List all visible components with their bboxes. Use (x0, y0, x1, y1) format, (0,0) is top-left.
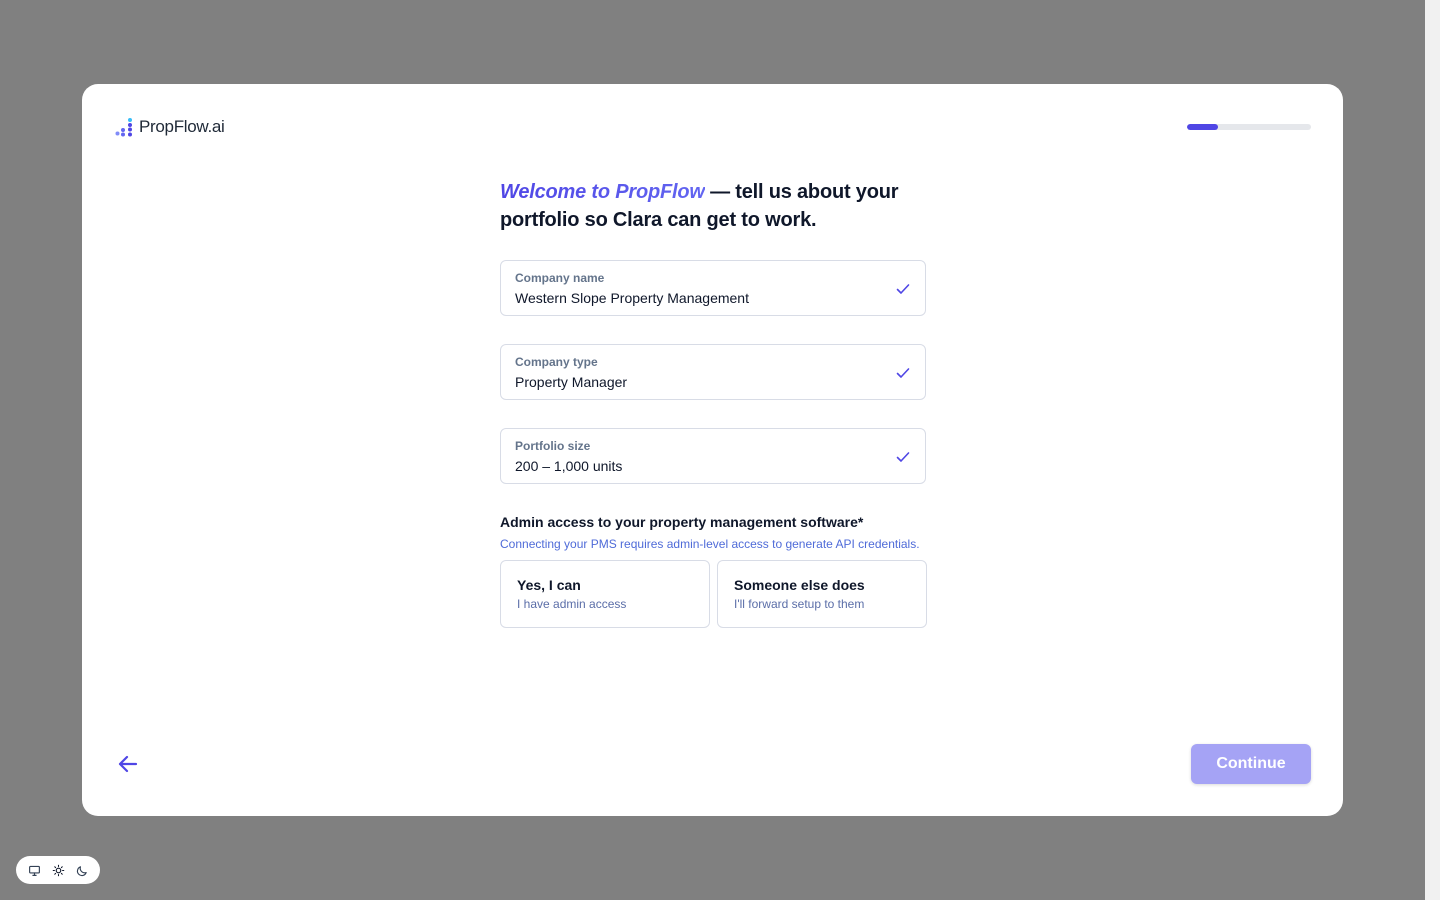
logo-mark-icon (115, 118, 132, 137)
onboarding-modal: PropFlow.ai Welcome to PropFlow — tell u… (82, 84, 1343, 816)
option-title: Yes, I can (517, 577, 581, 593)
title-accent: Welcome to PropFlow (500, 181, 705, 203)
monitor-icon (28, 865, 40, 876)
option-yes-i-can[interactable]: Yes, I can I have admin access (500, 560, 710, 628)
arrow-left-icon[interactable] (116, 752, 140, 776)
onboarding-progress-bar (1187, 124, 1311, 130)
option-subtitle: I have admin access (517, 597, 627, 611)
admin-access-question: Admin access to your property management… (500, 514, 864, 530)
progress-bar-fill (1187, 124, 1218, 130)
continue-button[interactable]: Continue (1191, 744, 1311, 784)
portfolio-size-value[interactable]: 200 – 1,000 units (515, 456, 911, 476)
company-type-field[interactable]: Company type Property Manager (500, 344, 926, 400)
option-someone-else[interactable]: Someone else does I'll forward setup to … (717, 560, 927, 628)
check-icon (896, 368, 910, 378)
admin-access-help: Connecting your PMS requires admin-level… (500, 537, 920, 551)
portfolio-size-field[interactable]: Portfolio size 200 – 1,000 units (500, 428, 926, 484)
sun-icon (52, 864, 64, 876)
theme-switcher (16, 856, 100, 884)
company-name-value[interactable]: Western Slope Property Management (515, 288, 911, 308)
page-scrollbar[interactable] (1425, 0, 1440, 900)
theme-light-button[interactable] (49, 861, 67, 879)
option-title: Someone else does (734, 577, 865, 593)
theme-system-button[interactable] (25, 861, 43, 879)
moon-icon (76, 865, 87, 876)
check-icon (896, 452, 910, 462)
brand-name: PropFlow.ai (139, 117, 225, 136)
company-name-field[interactable]: Company name Western Slope Property Mana… (500, 260, 926, 316)
brand-logo: PropFlow.ai (115, 117, 225, 137)
check-icon (896, 284, 910, 294)
option-subtitle: I'll forward setup to them (734, 597, 865, 611)
onboarding-form: Welcome to PropFlow — tell us about your… (500, 178, 928, 628)
portfolio-size-label: Portfolio size (515, 439, 591, 453)
theme-dark-button[interactable] (73, 861, 91, 879)
company-type-value[interactable]: Property Manager (515, 372, 911, 392)
page-title: Welcome to PropFlow — tell us about your… (500, 178, 928, 234)
company-type-label: Company type (515, 355, 598, 369)
company-name-label: Company name (515, 271, 605, 285)
admin-access-options: Yes, I can I have admin access Someone e… (500, 560, 928, 628)
